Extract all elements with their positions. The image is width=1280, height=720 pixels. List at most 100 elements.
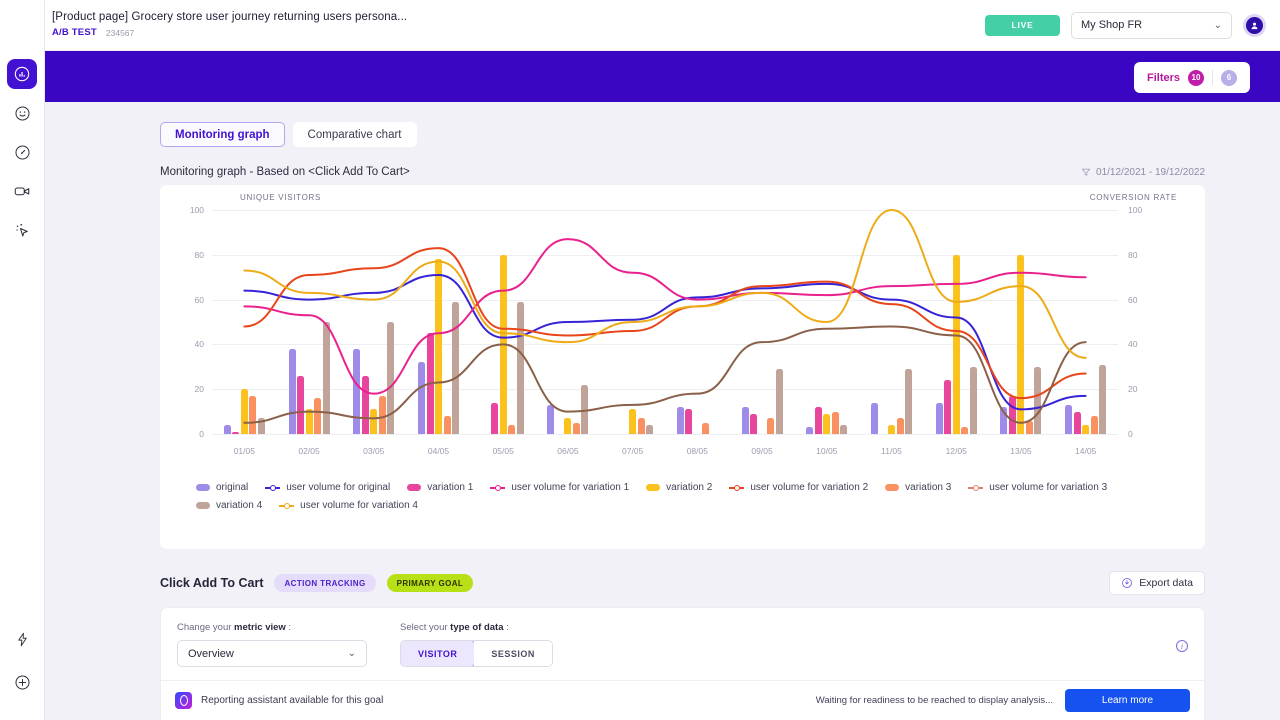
metric-label-bold: metric view — [234, 622, 286, 633]
legend-item[interactable]: user volume for original — [265, 482, 390, 493]
legend-line-marker-icon — [490, 483, 506, 492]
sidebar-item-ai-insights[interactable] — [7, 215, 37, 245]
x-tick-label: 09/05 — [751, 446, 773, 456]
legend-item[interactable]: variation 2 — [646, 482, 712, 493]
sidebar-item-recordings[interactable] — [7, 176, 37, 206]
x-tick-label: 12/05 — [945, 446, 967, 456]
x-tick-label: 13/05 — [1010, 446, 1032, 456]
tab-monitoring-graph[interactable]: Monitoring graph — [160, 122, 285, 147]
shop-selector[interactable]: My Shop FR ⌄ — [1071, 11, 1232, 39]
y-tick-left: 20 — [194, 384, 204, 395]
data-label-prefix: Select your — [400, 622, 451, 633]
download-icon — [1122, 578, 1133, 588]
segment-session[interactable]: SESSION — [474, 641, 552, 666]
data-label-bold: type of data — [450, 622, 504, 633]
data-type-segmented-control: VISITOR SESSION — [400, 640, 553, 667]
chevron-down-icon: ⌄ — [347, 648, 356, 659]
filters-count-badge: 10 — [1188, 69, 1204, 86]
goal-title: Click Add To Cart — [160, 576, 264, 590]
left-rail — [0, 0, 45, 720]
experiment-id: 234567 — [105, 27, 135, 38]
y-tick-right: 60 — [1128, 294, 1138, 305]
shop-selector-value: My Shop FR — [1081, 19, 1143, 31]
learn-more-button[interactable]: Learn more — [1065, 689, 1190, 712]
avatar-inner — [1246, 16, 1263, 34]
video-camera-icon — [14, 187, 30, 196]
page-title: [Product page] Grocery store user journe… — [52, 10, 408, 23]
rail-bottom-group — [0, 624, 45, 710]
top-bar-right: LIVE My Shop FR ⌄ — [985, 11, 1280, 39]
legend-item[interactable]: user volume for variation 3 — [968, 482, 1107, 493]
metric-view-label: Change your metric view : — [177, 622, 367, 633]
sidebar-item-performance[interactable] — [7, 137, 37, 167]
chart-line — [243, 238, 1087, 395]
tab-comparative-chart[interactable]: Comparative chart — [292, 122, 417, 147]
lightning-bolt-icon — [18, 632, 27, 646]
gridline — [212, 434, 1118, 435]
avatar[interactable] — [1243, 13, 1266, 37]
badge-divider — [1212, 70, 1213, 85]
legend-line-marker-icon — [729, 483, 745, 492]
legend-swatch-icon — [196, 484, 210, 491]
metric-view-select[interactable]: Overview ⌄ — [177, 640, 367, 667]
y-tick-left: 0 — [199, 429, 204, 439]
panel-info-button[interactable]: i — [1176, 636, 1188, 654]
date-range-text: 01/12/2021 - 19/12/2022 — [1096, 166, 1205, 178]
segment-visitor[interactable]: VISITOR — [400, 641, 476, 666]
legend-label: variation 2 — [666, 482, 713, 493]
legend-line-marker-icon — [265, 483, 281, 492]
sidebar-item-dashboard[interactable] — [7, 59, 37, 89]
filters-label: Filters — [1146, 71, 1180, 84]
legend-item[interactable]: user volume for variation 1 — [490, 482, 629, 493]
graph-title: Monitoring graph - Based on <Click Add T… — [160, 166, 410, 178]
filters-button[interactable]: Filters 10 6 — [1133, 62, 1250, 93]
x-tick-label: 08/05 — [686, 446, 708, 456]
legend-item[interactable]: original — [196, 482, 248, 493]
panel-controls: Change your metric view : Overview ⌄ Sel… — [161, 608, 1204, 680]
legend-swatch-icon — [646, 484, 661, 491]
right-axis-label: CONVERSION RATE — [1089, 193, 1177, 202]
y-tick-right: 100 — [1128, 205, 1143, 215]
x-tick-label: 02/05 — [298, 446, 320, 456]
sparkle-cursor-icon — [16, 223, 28, 237]
legend-item[interactable]: variation 1 — [407, 482, 473, 493]
segments-count-badge: 6 — [1221, 69, 1237, 86]
y-tick-right: 20 — [1128, 384, 1138, 395]
y-tick-right: 0 — [1128, 429, 1133, 439]
experiment-type-label: A/B TEST — [52, 27, 97, 39]
reporting-assistant-row: Reporting assistant available for this g… — [161, 680, 1204, 720]
whats-new-button[interactable] — [8, 624, 38, 654]
x-tick-label: 10/05 — [816, 446, 838, 456]
sidebar-item-personalization[interactable] — [7, 98, 37, 128]
add-new-button[interactable] — [8, 667, 38, 697]
legend-label: user volume for variation 3 — [989, 482, 1108, 493]
date-range[interactable]: 01/12/2021 - 19/12/2022 — [1081, 167, 1205, 178]
metrics-panel: Change your metric view : Overview ⌄ Sel… — [160, 607, 1205, 720]
live-status-badge[interactable]: LIVE — [985, 14, 1060, 36]
main-content: Monitoring graph Comparative chart Monit… — [45, 102, 1280, 720]
legend-swatch-icon — [407, 484, 422, 491]
top-bar: [Product page] Grocery store user journe… — [9, 0, 1280, 51]
legend-label: variation 3 — [905, 482, 952, 493]
chart-lines — [243, 208, 1087, 424]
smiley-icon — [14, 105, 30, 121]
chart-line — [243, 273, 1087, 411]
x-tick-label: 01/05 — [233, 446, 255, 456]
metric-view-group: Change your metric view : Overview ⌄ — [177, 622, 367, 667]
y-tick-right: 40 — [1128, 339, 1138, 350]
purple-banner: Filters 10 6 — [45, 51, 1280, 102]
chart-plot-area — [212, 208, 1118, 435]
legend-label: user volume for variation 2 — [750, 482, 869, 493]
legend-item[interactable]: variation 3 — [885, 482, 951, 493]
experiment-title-block: [Product page] Grocery store user journe… — [52, 11, 407, 39]
legend-item[interactable]: user volume for variation 4 — [279, 500, 418, 511]
legend-line-marker-icon — [968, 483, 984, 492]
x-tick-label: 06/05 — [557, 446, 579, 456]
export-data-button[interactable]: Export data — [1109, 571, 1205, 595]
chip-primary-goal: PRIMARY GOAL — [386, 574, 474, 592]
experiment-meta: A/B TEST 234567 — [52, 27, 407, 39]
legend-item[interactable]: user volume for variation 2 — [729, 482, 868, 493]
legend-item[interactable]: variation 4 — [196, 500, 262, 511]
legend-line-marker-icon — [279, 501, 295, 510]
legend-swatch-icon — [885, 484, 900, 491]
